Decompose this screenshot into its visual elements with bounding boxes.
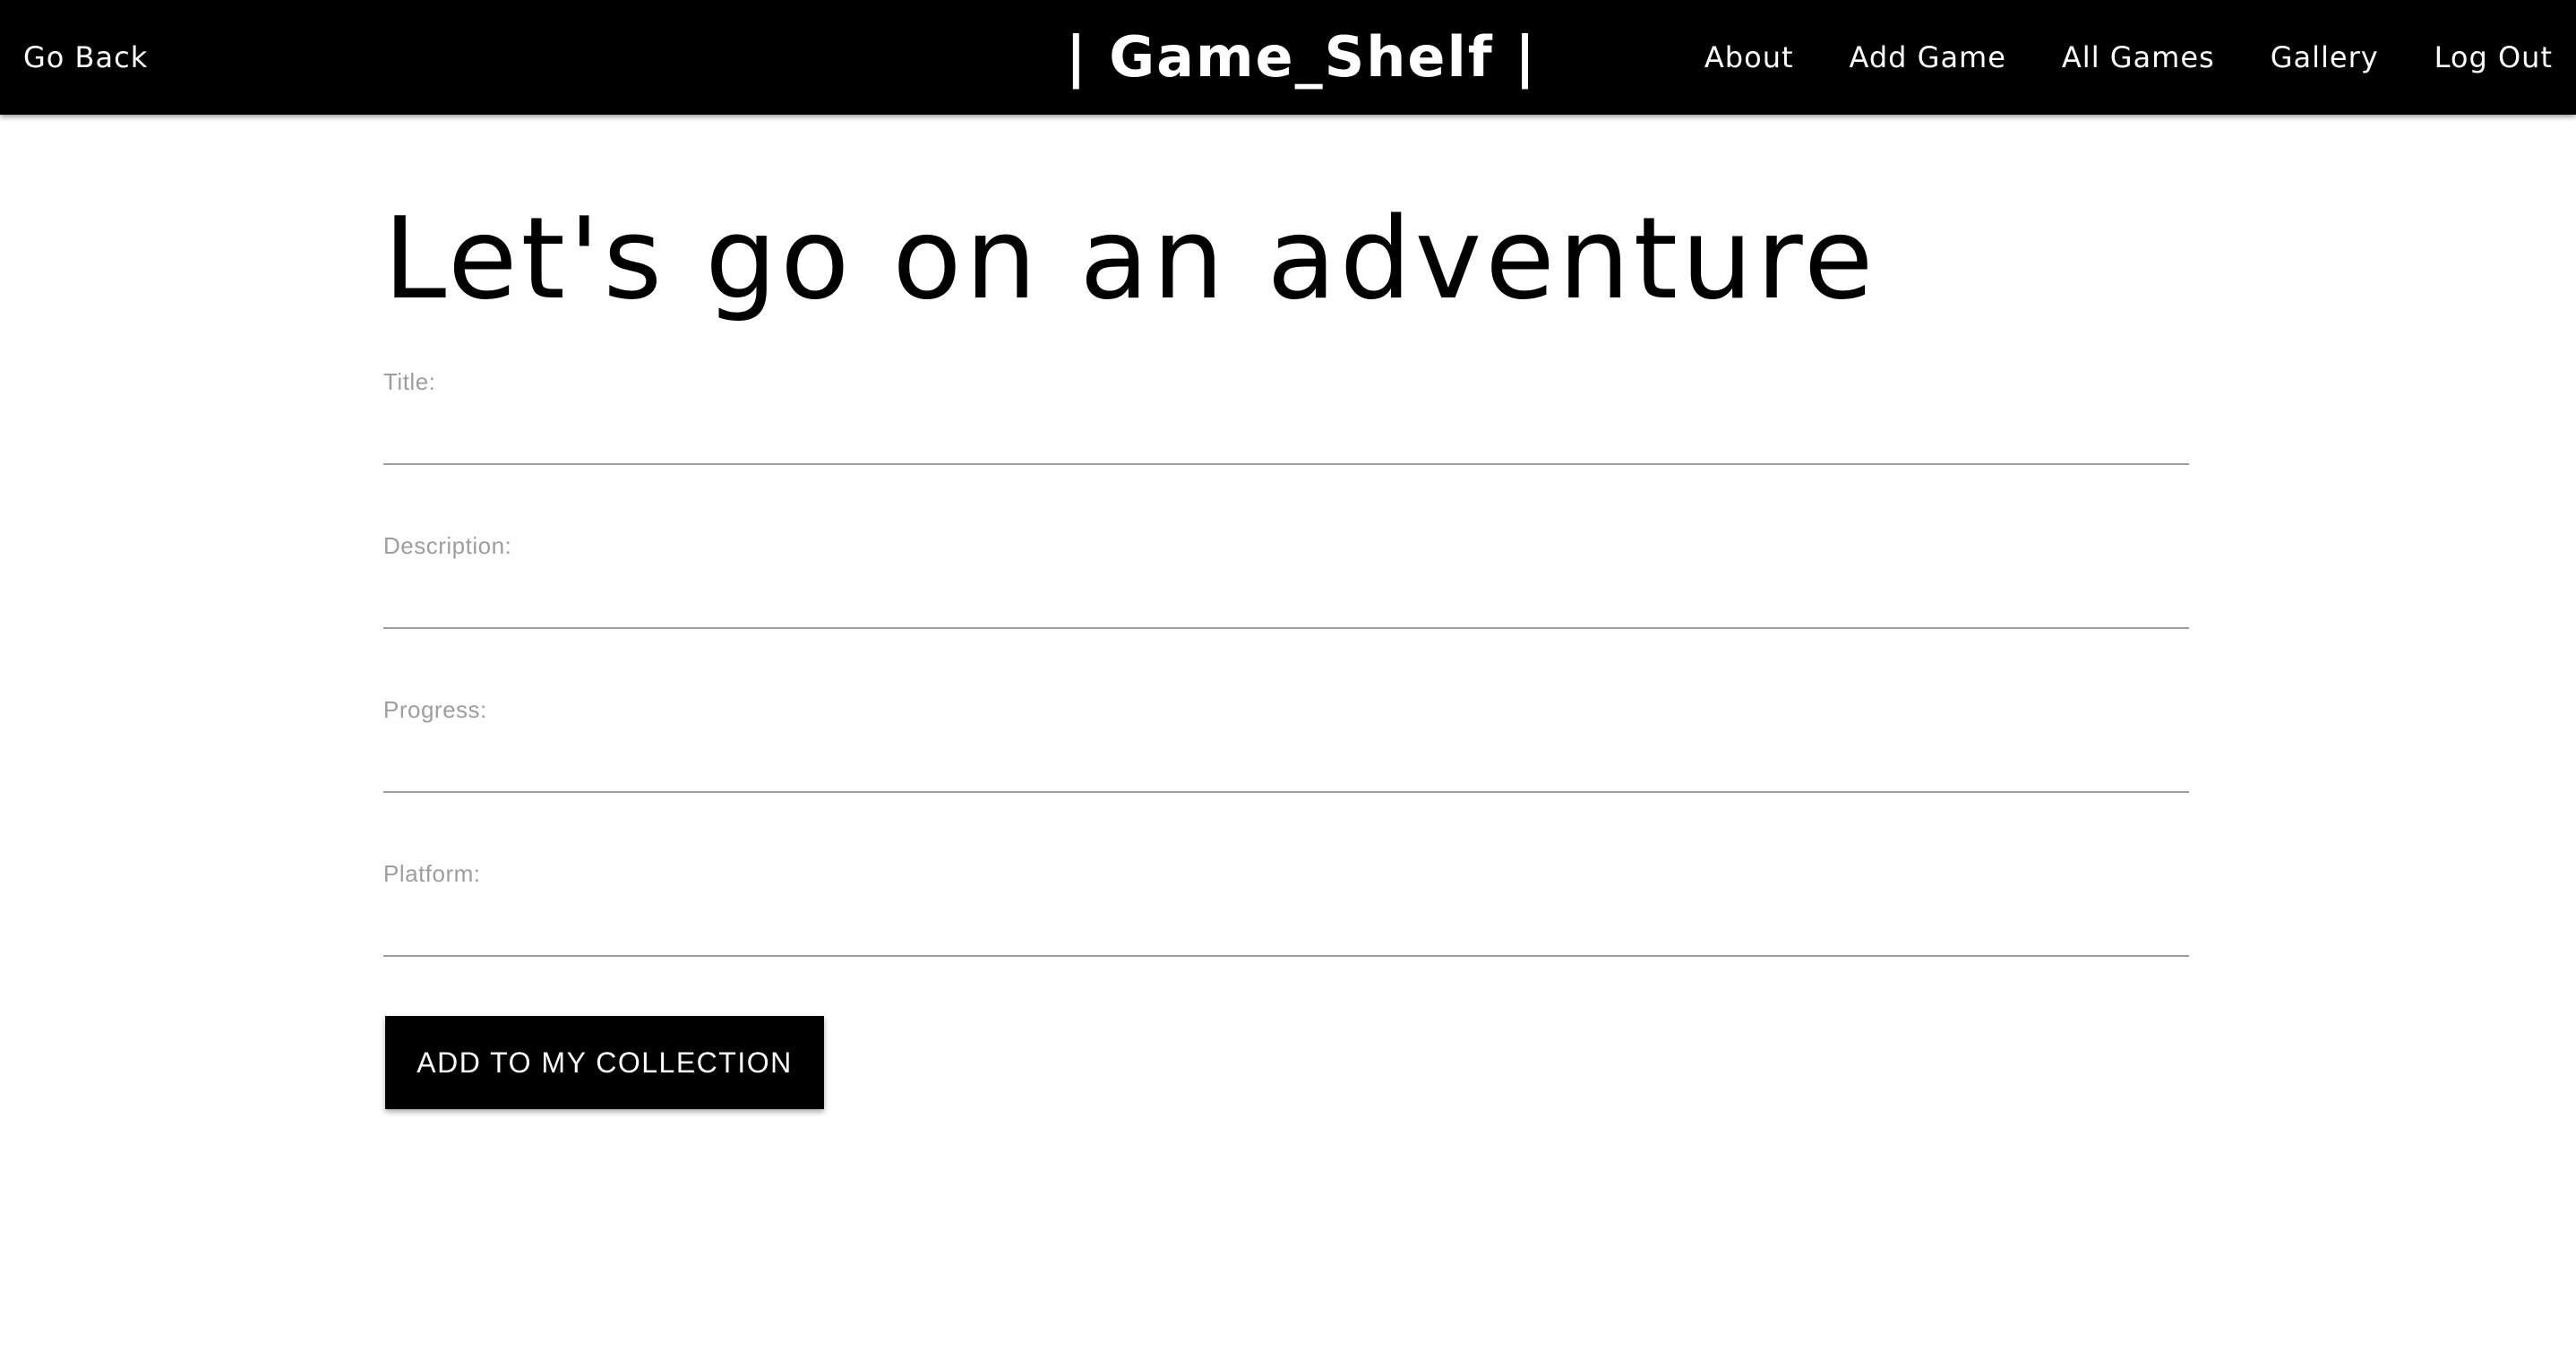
go-back-link[interactable]: Go Back [23,0,148,115]
title-field-group: Title: [383,368,2189,485]
description-input[interactable] [383,573,2189,629]
description-label: Description: [383,532,512,559]
page-title: Let's go on an adventure [383,193,1877,324]
platform-field-group: Platform: [383,860,2189,977]
nav-link-gallery[interactable]: Gallery [2271,40,2379,74]
progress-field-group: Progress: [383,696,2189,813]
nav-link-about[interactable]: About [1704,40,1794,74]
top-navbar: Go Back | Game_Shelf | About Add Game Al… [0,0,2576,115]
description-field-group: Description: [383,532,2189,649]
nav-link-log-out[interactable]: Log Out [2434,40,2553,74]
nav-link-all-games[interactable]: All Games [2062,40,2215,74]
progress-input[interactable] [383,737,2189,793]
nav-link-add-game[interactable]: Add Game [1850,40,2006,74]
platform-input[interactable] [383,901,2189,957]
platform-label: Platform: [383,860,481,887]
add-to-collection-button[interactable]: ADD TO MY COLLECTION [385,1016,824,1109]
title-input[interactable] [383,409,2189,465]
nav-links: About Add Game All Games Gallery Log Out [1704,0,2553,115]
progress-label: Progress: [383,696,487,723]
title-label: Title: [383,368,436,395]
brand-title: | Game_Shelf | [1066,24,1537,90]
